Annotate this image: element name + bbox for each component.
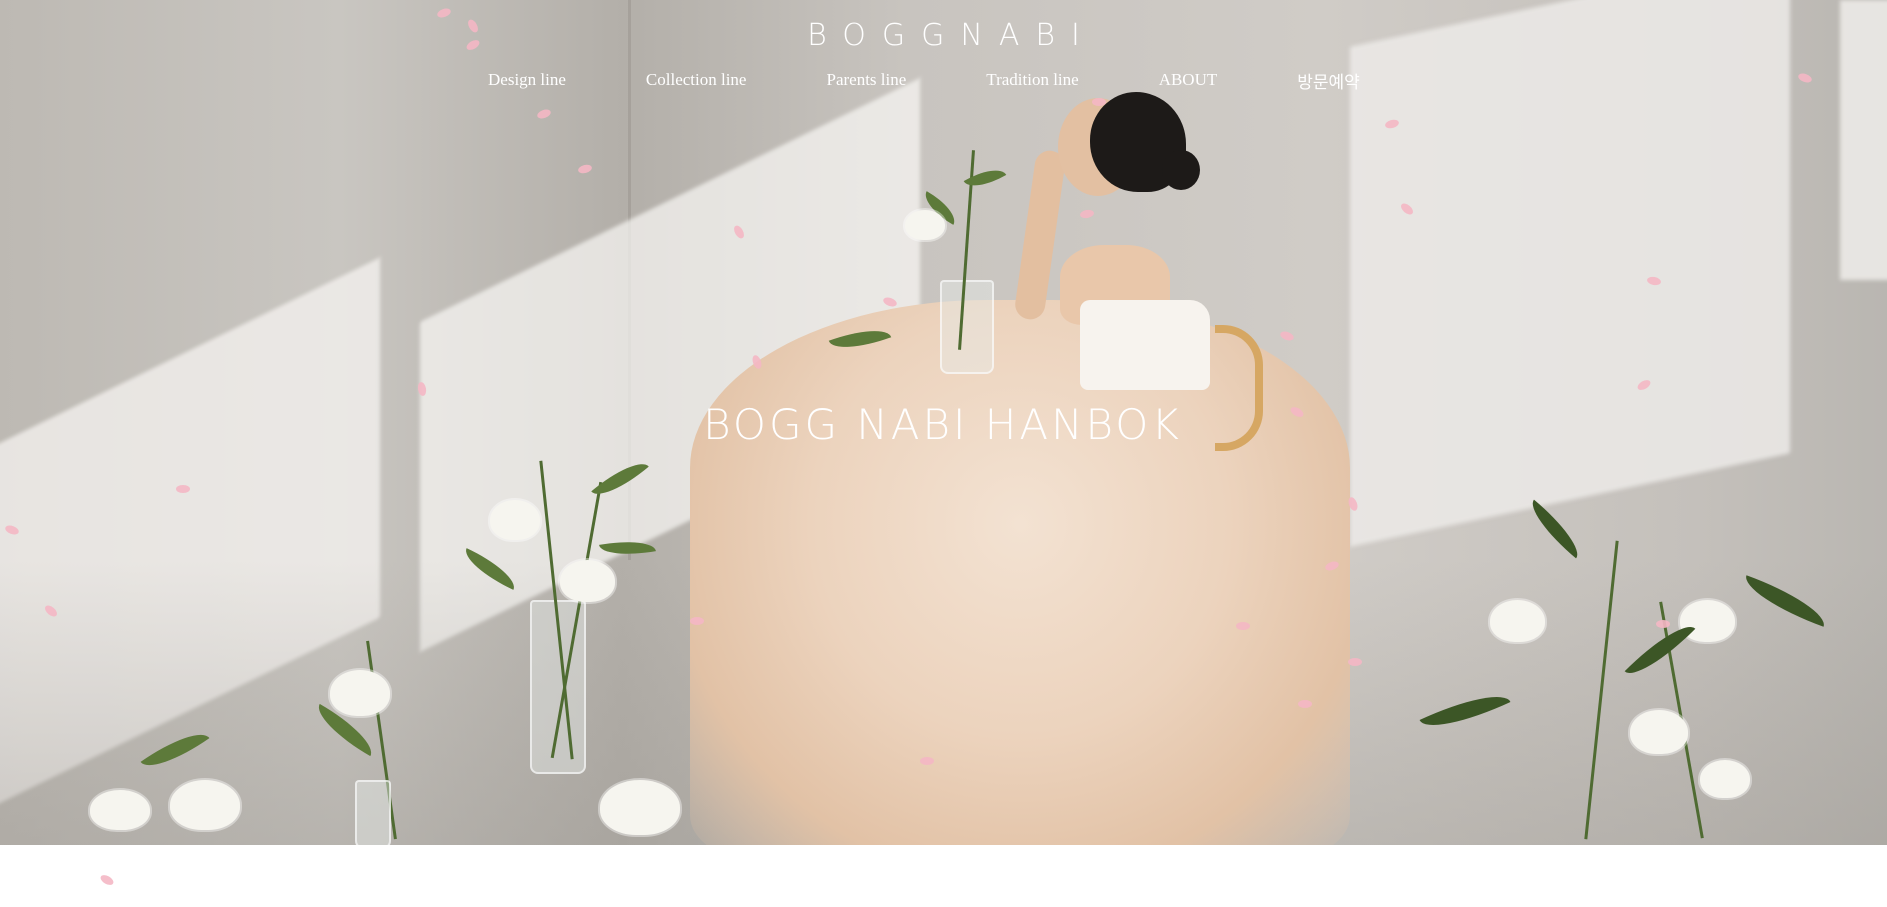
lily-flower (905, 210, 945, 240)
petal (1236, 622, 1250, 630)
model-arm (1013, 148, 1067, 322)
petal (1092, 98, 1106, 106)
hero-section: BOGGNABI Design line Collection line Par… (0, 0, 1887, 845)
lily-flower (600, 780, 680, 835)
hero-title: BOGG NABI HANBOK (703, 400, 1182, 449)
glass-vase (940, 280, 994, 374)
nav-collection-line[interactable]: Collection line (646, 70, 747, 90)
site-logo[interactable]: BOGGNABI (0, 18, 1887, 53)
petal (690, 617, 704, 625)
lily-leaf (1522, 499, 1588, 559)
nav-parents-line[interactable]: Parents line (826, 70, 906, 90)
nav-design-line[interactable]: Design line (488, 70, 566, 90)
lily-flower (1700, 760, 1750, 798)
lily-flower (490, 500, 540, 540)
petal (536, 107, 552, 121)
lily-flower (1490, 600, 1545, 642)
model-hair-bun (1162, 150, 1200, 190)
petal (176, 485, 190, 493)
lily-flower (330, 670, 390, 716)
petal (1279, 329, 1295, 343)
lily-flower (1630, 710, 1688, 754)
petal (1079, 208, 1095, 220)
sunlight-patch (1350, 0, 1790, 547)
petal (577, 163, 593, 175)
petal (920, 757, 934, 765)
petal (1348, 658, 1362, 666)
lily-flower (560, 560, 615, 602)
petal (98, 873, 116, 887)
petal (1656, 620, 1670, 628)
main-nav: Design line Collection line Parents line… (488, 68, 1360, 92)
petal (1298, 700, 1312, 708)
lily-flower (170, 780, 240, 830)
glass-vase (355, 780, 391, 845)
petal (1797, 71, 1813, 85)
lily-flower (90, 790, 150, 830)
nav-about[interactable]: ABOUT (1159, 70, 1218, 90)
hanbok-bodice (1080, 300, 1210, 390)
nav-tradition-line[interactable]: Tradition line (986, 70, 1078, 90)
nav-visit-reservation[interactable]: 방문예약 (1297, 68, 1360, 93)
